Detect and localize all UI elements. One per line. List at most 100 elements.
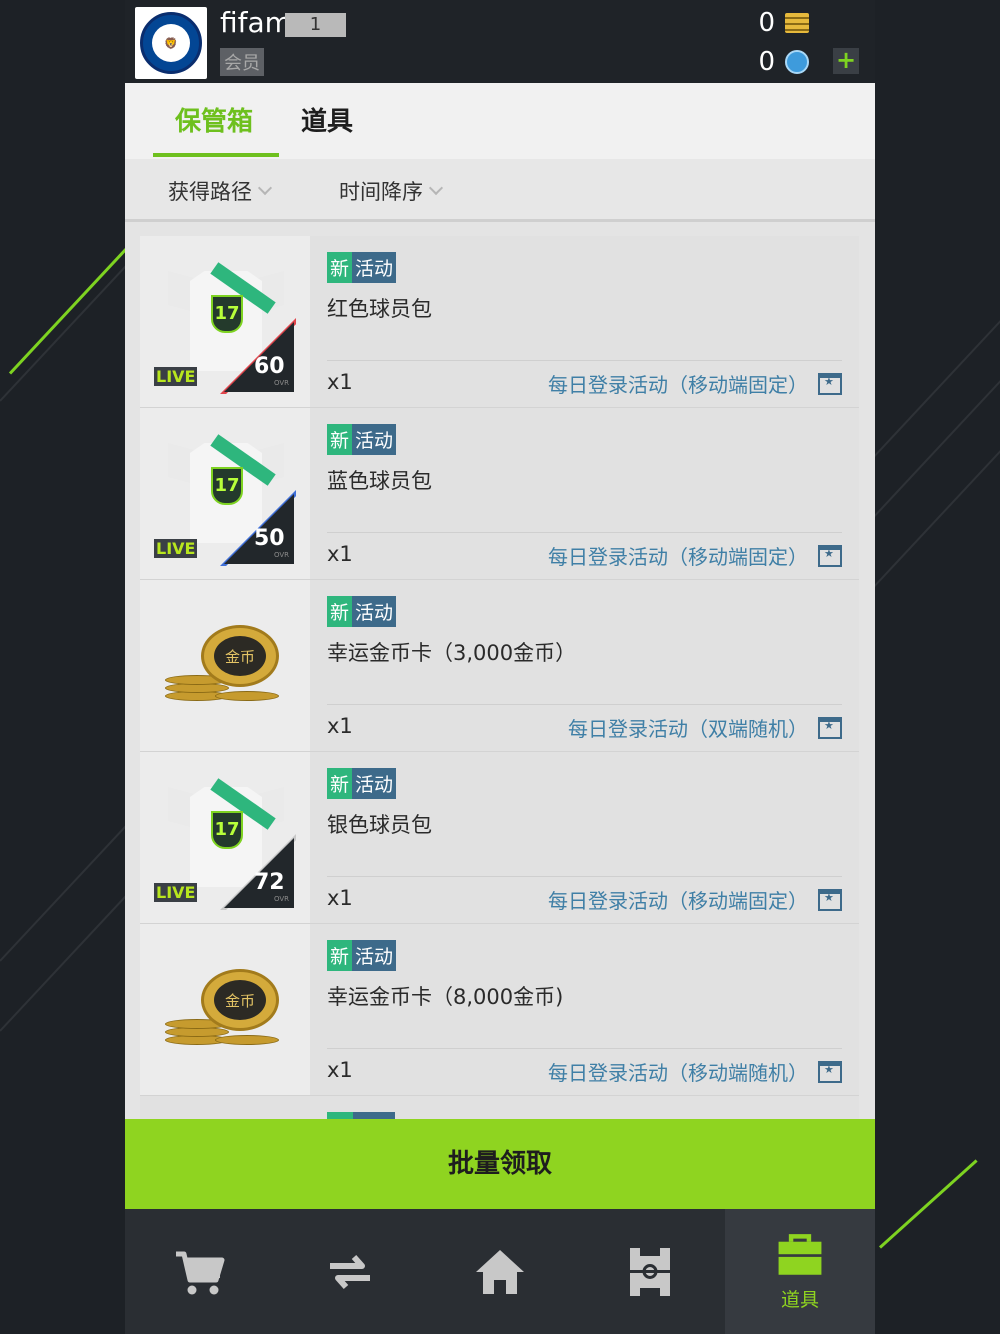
list-item[interactable]: 金币 新 活动 幸运金币卡（8,000金币) x1 每日登录活动（移动端随机） <box>140 924 859 1096</box>
item-source-text: 每日登录活动（双端随机） <box>568 717 808 741</box>
coin-face-label: 金币 <box>214 636 266 676</box>
tab-bar: 保管箱 道具 <box>125 83 875 159</box>
filter-source-dropdown[interactable]: 获得路径 <box>168 176 273 206</box>
live-label: LIVE <box>154 367 198 386</box>
item-name: 幸运金币卡（8,000金币) <box>327 985 564 1009</box>
gold-coins-icon: 金币 <box>165 625 285 705</box>
new-tag: 新 <box>327 768 353 799</box>
pack-year-badge: 17 <box>211 811 243 849</box>
filter-sort-label: 时间降序 <box>339 180 423 204</box>
divider <box>327 1048 842 1049</box>
activity-tag: 活动 <box>352 252 397 283</box>
new-tag: 新 <box>327 252 353 283</box>
nav-transfer[interactable] <box>275 1209 425 1334</box>
new-tag: 新 <box>327 596 353 627</box>
divider <box>327 704 842 705</box>
gold-amount: 0 <box>758 8 775 38</box>
list-item[interactable]: 17 50 OVR LIVE 新 活动 蓝色球员包 x1 每日登录活动（移动端固… <box>140 408 859 580</box>
gold-coins-icon: 金币 <box>165 969 285 1049</box>
pitch-icon <box>630 1247 670 1296</box>
live-label: LIVE <box>154 883 198 902</box>
item-source: 每日登录活动（双端随机） <box>568 713 842 742</box>
transfer-icon <box>330 1254 370 1289</box>
divider <box>327 360 842 361</box>
ovr-label: OVR <box>274 551 290 559</box>
chevron-down-icon <box>257 180 273 196</box>
item-name: 红色球员包 <box>327 297 432 321</box>
activity-tag: 活动 <box>352 768 397 799</box>
calendar-icon <box>818 544 842 567</box>
activity-tag: 活动 <box>352 940 397 971</box>
bottom-nav: 道具 <box>125 1209 875 1334</box>
list-item[interactable]: 17 72 OVR LIVE 新 活动 银色球员包 x1 每日登录活动（移动端固… <box>140 752 859 924</box>
new-tag: 新 <box>327 940 353 971</box>
nav-items-label: 道具 <box>780 1289 819 1311</box>
ovr-value: 72 <box>254 870 285 895</box>
item-thumbnail: 金币 <box>140 580 310 751</box>
ovr-label: OVR <box>274 379 290 387</box>
item-quantity: x1 <box>327 886 353 910</box>
item-source-text: 每日登录活动（移动端固定） <box>548 545 808 569</box>
gold-balance: 0 <box>758 8 809 38</box>
tab-storage[interactable]: 保管箱 <box>175 101 253 138</box>
tab-items[interactable]: 道具 <box>301 101 353 138</box>
item-quantity: x1 <box>327 1058 353 1082</box>
item-thumbnail: 17 60 OVR LIVE <box>140 236 310 407</box>
item-thumbnail: 金币 <box>140 924 310 1095</box>
divider <box>327 876 842 877</box>
item-quantity: x1 <box>327 370 353 394</box>
home-icon <box>476 1249 524 1294</box>
item-source: 每日登录活动（移动端随机） <box>548 1057 842 1086</box>
points-balance: 0 <box>758 47 809 77</box>
filter-bar: 获得路径 时间降序 <box>125 159 875 222</box>
item-tags: 新 活动 <box>327 596 397 627</box>
nav-store[interactable] <box>125 1209 275 1334</box>
item-source: 每日登录活动（移动端固定） <box>548 541 842 570</box>
item-source-text: 每日登录活动（移动端固定） <box>548 889 808 913</box>
level-indicator: 1 <box>285 13 346 37</box>
item-quantity: x1 <box>327 714 353 738</box>
filter-sort-dropdown[interactable]: 时间降序 <box>339 176 444 206</box>
nav-home[interactable] <box>425 1209 575 1334</box>
item-name: 幸运金币卡（3,000金币） <box>327 641 577 665</box>
item-tags: 新 活动 <box>327 940 397 971</box>
activity-tag: 活动 <box>352 424 397 455</box>
item-source: 每日登录活动（移动端固定） <box>548 885 842 914</box>
add-points-button[interactable]: + <box>833 48 859 74</box>
top-bar: 🦁 fifam 1 会员 0 0 + <box>125 0 875 83</box>
username: fifam <box>220 6 292 39</box>
pack-year-badge: 17 <box>211 295 243 333</box>
bulk-claim-button[interactable]: 批量领取 <box>125 1119 875 1209</box>
nav-items[interactable]: 道具 <box>725 1209 875 1334</box>
storage-list: 17 60 OVR LIVE 新 活动 红色球员包 x1 每日登录活动（移动端固… <box>140 236 859 1120</box>
app-screen: 🦁 fifam 1 会员 0 0 + 保管箱 道具 获得路径 时间降序 17 6… <box>125 0 875 1334</box>
calendar-icon <box>818 372 842 395</box>
filter-source-label: 获得路径 <box>168 180 252 204</box>
list-item[interactable]: 17 60 OVR LIVE 新 活动 红色球员包 x1 每日登录活动（移动端固… <box>140 236 859 408</box>
ovr-value: 50 <box>254 526 285 551</box>
item-source-text: 每日登录活动（移动端随机） <box>548 1061 808 1085</box>
gold-coins-icon <box>785 13 809 33</box>
calendar-icon <box>818 1060 842 1083</box>
item-name: 蓝色球员包 <box>327 469 432 493</box>
chevron-down-icon <box>428 180 444 196</box>
list-item[interactable] <box>140 1096 859 1120</box>
list-item[interactable]: 金币 新 活动 幸运金币卡（3,000金币） x1 每日登录活动（双端随机） <box>140 580 859 752</box>
item-name: 银色球员包 <box>327 813 432 837</box>
divider <box>327 532 842 533</box>
active-tab-indicator <box>153 153 279 157</box>
item-thumbnail: 17 50 OVR LIVE <box>140 408 310 579</box>
item-thumbnail: 17 72 OVR LIVE <box>140 752 310 923</box>
nav-squad[interactable] <box>575 1209 725 1334</box>
item-tags: 新 活动 <box>327 424 397 455</box>
pack-year-badge: 17 <box>211 467 243 505</box>
item-source: 每日登录活动（移动端固定） <box>548 369 842 398</box>
coin-face-label: 金币 <box>214 980 266 1020</box>
member-badge: 会员 <box>220 48 264 76</box>
cart-icon <box>176 1251 225 1294</box>
ovr-label: OVR <box>274 895 290 903</box>
item-tags: 新 活动 <box>327 252 397 283</box>
live-label: LIVE <box>154 539 198 558</box>
item-source-text: 每日登录活动（移动端固定） <box>548 373 808 397</box>
club-badge[interactable]: 🦁 <box>135 7 207 79</box>
